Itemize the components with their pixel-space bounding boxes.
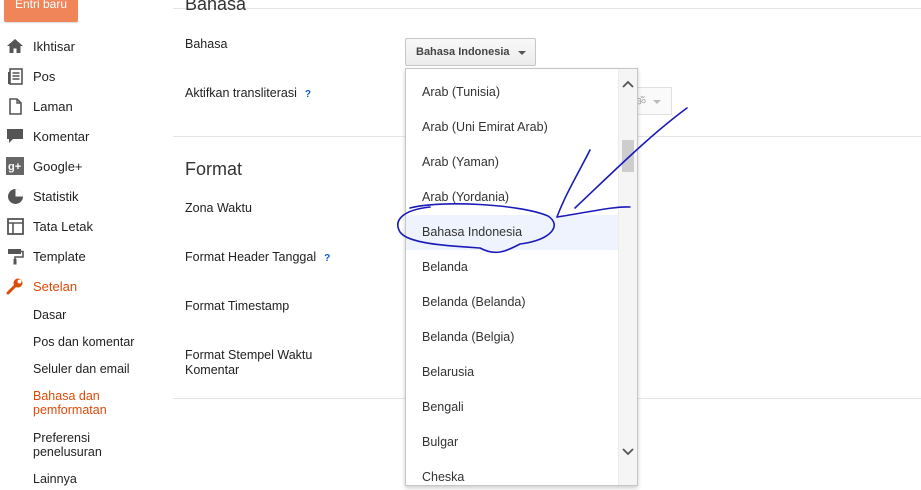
posts-icon [6,67,24,85]
comment-icon [6,127,24,145]
timezone-label: Zona Waktu [185,201,252,215]
comment-timestamp-format-label: Format Stempel Waktu Komentar [185,348,313,377]
sub-item-basic[interactable]: Dasar [33,308,66,322]
section-title-language: Bahasa [185,0,247,14]
dropdown-option[interactable]: Cheska [406,460,620,485]
sidebar-item-label: Komentar [33,128,90,144]
dropdown-option[interactable]: Arab (Uni Emirat Arab) [406,110,620,145]
timestamp-format-label: Format Timestamp [185,299,290,313]
chevron-down-icon [518,51,526,55]
wrench-icon [6,277,24,295]
sub-item-search-preferences[interactable]: Preferensi penelusuran [33,431,133,459]
language-select-value: Bahasa Indonesia [416,46,510,58]
sidebar-item-label: Statistik [33,188,79,204]
date-header-format-label: Format Header Tanggal? [185,250,330,266]
sidebar-item-label: Pos [33,68,56,84]
chevron-down-icon [653,100,661,104]
sidebar-item-label: Tata Letak [33,218,93,234]
sidebar-item-template[interactable]: Template [0,241,170,271]
template-icon [6,247,24,265]
sub-item-posts-comments[interactable]: Pos dan komentar [33,335,134,349]
sub-item-mobile-email[interactable]: Seluler dan email [33,362,130,376]
scrollbar-thumb[interactable] [622,140,634,172]
dropdown-option[interactable]: Belanda (Belgia) [406,320,620,355]
dropdown-option[interactable]: Arab (Yaman) [406,145,620,180]
pages-icon [6,97,24,115]
dropdown-scrollbar[interactable] [618,69,637,485]
new-post-button[interactable]: Entri baru [4,0,78,22]
home-icon [6,37,24,55]
language-dropdown-list[interactable]: Arab (Tunisia) Arab (Uni Emirat Arab) Ar… [405,68,638,486]
top-divider [173,8,921,9]
help-icon[interactable]: ? [305,87,311,102]
date-header-format-label-text: Format Header Tanggal [185,250,317,264]
dropdown-option[interactable]: Bengali [406,390,620,425]
dropdown-option[interactable]: Bulgar [406,425,620,460]
sub-item-language-formatting[interactable]: Bahasa dan pemformatan [33,389,143,417]
svg-text:g+: g+ [8,161,21,173]
sidebar-item-label: Ikhtisar [33,38,75,54]
dropdown-option[interactable]: Belanda (Belanda) [406,285,620,320]
dropdown-option-selected[interactable]: Bahasa Indonesia [406,215,620,250]
scroll-down-icon[interactable] [621,447,635,457]
sidebar-item-settings[interactable]: Setelan [0,271,170,301]
sidebar-item-comments[interactable]: Komentar [0,121,170,151]
sidebar-item-label: Google+ [33,158,83,174]
stats-icon [6,187,24,205]
language-label: Bahasa [185,37,228,51]
sidebar-item-stats[interactable]: Statistik [0,181,170,211]
sidebar-item-label: Laman [33,98,73,114]
transliteration-label: Aktifkan transliterasi? [185,86,311,102]
google-plus-icon: g+ [6,157,24,175]
transliteration-select[interactable]: ॐ [636,87,672,115]
sidebar-item-label: Template [33,248,86,264]
sidebar-item-pages[interactable]: Laman [0,91,170,121]
sub-item-other[interactable]: Lainnya [33,472,77,486]
dropdown-option[interactable]: Belanda [406,250,620,285]
scroll-up-icon[interactable] [621,79,635,89]
dropdown-option[interactable]: Arab (Yordania) [406,180,620,215]
language-select[interactable]: Bahasa Indonesia [405,38,536,66]
section-title-format: Format [185,159,243,179]
sidebar-item-layout[interactable]: Tata Letak [0,211,170,241]
sidebar-item-overview[interactable]: Ikhtisar [0,31,170,61]
dropdown-option[interactable]: Arab (Tunisia) [406,75,620,110]
sidebar-item-label: Setelan [33,278,78,294]
sidebar-item-posts[interactable]: Pos [0,61,170,91]
sidebar-item-google-plus[interactable]: g+ Google+ [0,151,170,181]
help-icon[interactable]: ? [324,251,330,266]
transliteration-label-text: Aktifkan transliterasi [185,86,297,100]
dropdown-option[interactable]: Belarusia [406,355,620,390]
layout-icon [6,217,24,235]
